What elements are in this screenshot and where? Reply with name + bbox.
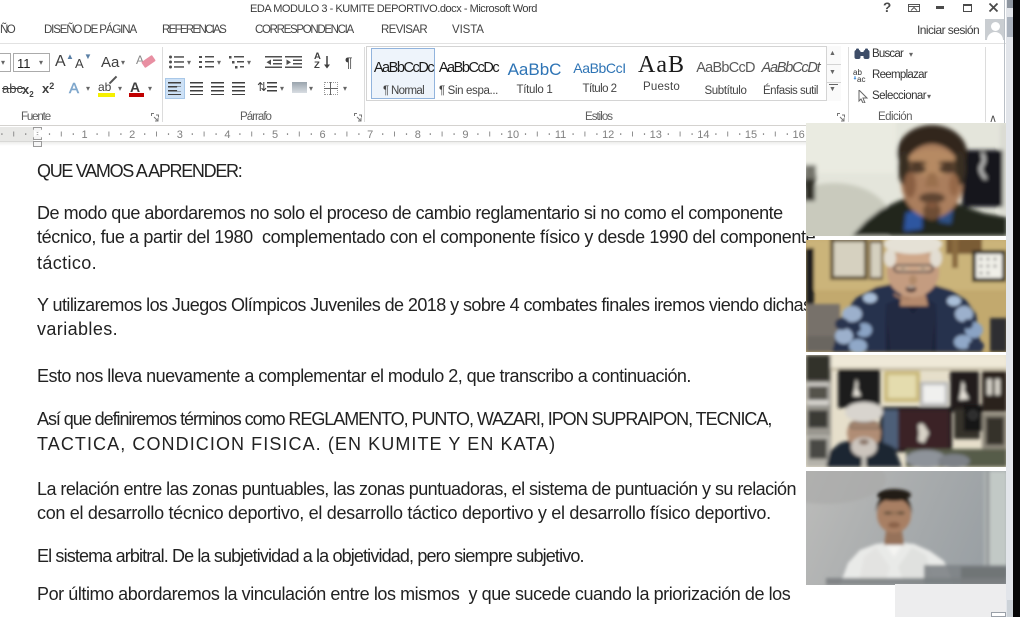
svg-text:7: 7 [367, 129, 373, 141]
svg-text:ac: ac [857, 75, 865, 83]
svg-text:14: 14 [697, 129, 709, 141]
svg-text:10: 10 [507, 129, 519, 141]
svg-text:9: 9 [462, 129, 468, 141]
svg-text:5: 5 [272, 129, 278, 141]
svg-text:1: 1 [82, 129, 88, 141]
svg-text:11: 11 [555, 129, 566, 141]
svg-text:16: 16 [792, 129, 804, 141]
svg-text:13: 13 [650, 129, 662, 141]
svg-text:3: 3 [177, 129, 183, 141]
svg-text:12: 12 [602, 129, 614, 141]
svg-text:2: 2 [129, 129, 135, 141]
svg-text:15: 15 [745, 129, 757, 141]
svg-text:4: 4 [224, 129, 230, 141]
svg-text:6: 6 [320, 129, 326, 141]
svg-text:8: 8 [415, 129, 421, 141]
